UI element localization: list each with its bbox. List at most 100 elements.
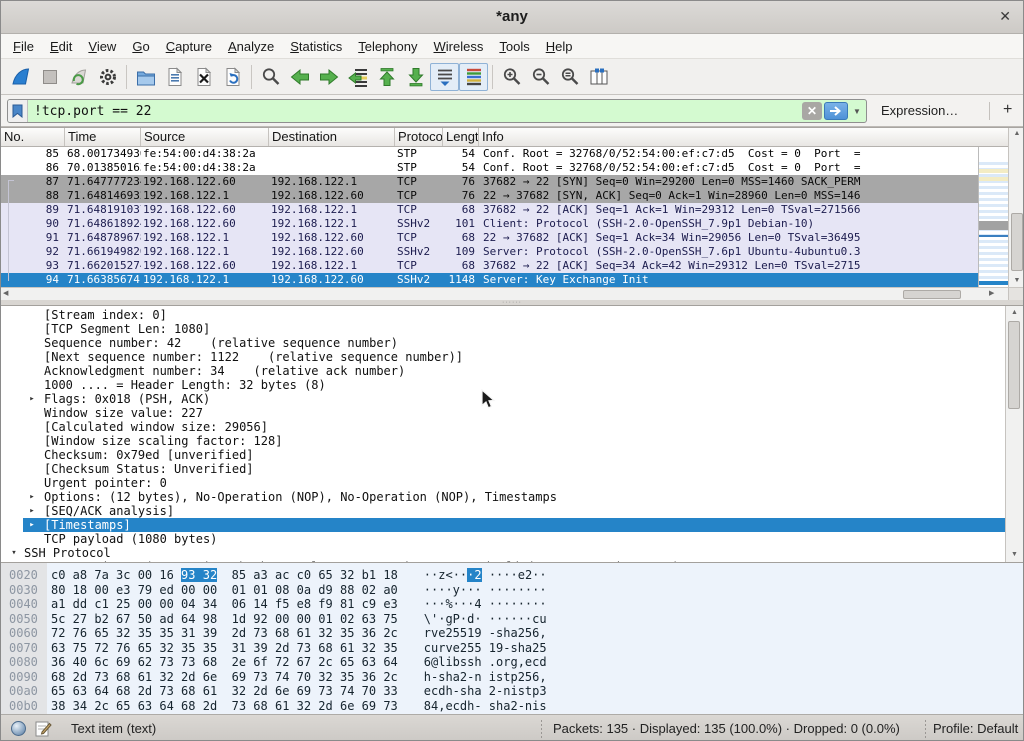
hex-row-0030[interactable]: 003080 18 00 e3 79 ed 00 00 01 01 08 0a … xyxy=(1,583,1023,598)
packet-row-93[interactable]: 9371.662015274192.168.122.60192.168.122.… xyxy=(1,259,978,273)
scroll-down-arrow-icon[interactable]: ▼ xyxy=(1009,275,1024,287)
zoom-out-button[interactable] xyxy=(526,63,555,91)
filter-clear-button[interactable]: ✕ xyxy=(802,102,822,120)
column-header-info[interactable]: Info xyxy=(479,128,1023,146)
detail-line[interactable]: Checksum: 0x79ed [unverified] xyxy=(1,448,1007,462)
detail-line[interactable]: ▸[SEQ/ACK analysis] xyxy=(1,504,1007,518)
close-button[interactable]: ✕ xyxy=(999,8,1011,25)
menu-go[interactable]: Go xyxy=(124,36,157,57)
save-capture-file-button[interactable] xyxy=(160,63,189,91)
scroll-up-arrow-icon[interactable]: ▲ xyxy=(1006,307,1023,319)
filter-input[interactable] xyxy=(28,104,802,119)
scroll-down-arrow-icon[interactable]: ▼ xyxy=(1006,549,1023,561)
hex-row-0040[interactable]: 0040a1 dd c1 25 00 00 04 34 06 14 f5 e8 … xyxy=(1,597,1023,612)
find-packet-button[interactable] xyxy=(256,63,285,91)
go-to-last-packet-button[interactable] xyxy=(401,63,430,91)
scrollbar-thumb[interactable] xyxy=(903,290,961,299)
hex-row-0090[interactable]: 009068 2d 73 68 61 32 2d 6e 69 73 74 70 … xyxy=(1,670,1023,685)
detail-line[interactable]: Sequence number: 42 (relative sequence n… xyxy=(1,336,1007,350)
detail-line[interactable]: 1000 .... = Header Length: 32 bytes (8) xyxy=(1,378,1007,392)
detail-line[interactable]: Window size value: 227 xyxy=(1,406,1007,420)
capture-comment-icon[interactable] xyxy=(35,720,52,740)
hex-row-00a0[interactable]: 00a065 63 64 68 2d 73 68 61 32 2d 6e 69 … xyxy=(1,684,1023,699)
capture-options-button[interactable] xyxy=(93,63,122,91)
filter-apply-button[interactable] xyxy=(824,102,848,120)
menu-analyze[interactable]: Analyze xyxy=(220,36,282,57)
close-capture-file-button[interactable] xyxy=(189,63,218,91)
reload-capture-file-button[interactable] xyxy=(218,63,247,91)
menu-file[interactable]: File xyxy=(5,36,42,57)
menu-telephony[interactable]: Telephony xyxy=(350,36,425,57)
intelligent-scrollbar-minimap[interactable] xyxy=(978,147,1008,287)
status-profile[interactable]: Profile: Default xyxy=(933,721,1018,736)
packet-row-87[interactable]: 8771.647777234192.168.122.60192.168.122.… xyxy=(1,175,978,189)
go-to-packet-button[interactable] xyxy=(343,63,372,91)
scroll-up-arrow-icon[interactable]: ▲ xyxy=(1009,128,1024,140)
expression-button[interactable]: Expression… xyxy=(881,103,958,118)
detail-line[interactable]: ▸Flags: 0x018 (PSH, ACK) xyxy=(1,392,1007,406)
detail-line[interactable]: Acknowledgment number: 34 (relative ack … xyxy=(1,364,1007,378)
hex-row-0050[interactable]: 00505c 27 b2 67 50 ad 64 98 1d 92 00 00 … xyxy=(1,612,1023,627)
scroll-right-arrow-icon[interactable]: ▶ xyxy=(989,289,994,297)
packet-row-92[interactable]: 9271.661949820192.168.122.1192.168.122.6… xyxy=(1,245,978,259)
stop-capture-button[interactable] xyxy=(35,63,64,91)
start-capture-button[interactable] xyxy=(6,63,35,91)
scroll-left-arrow-icon[interactable]: ◀ xyxy=(3,289,8,297)
detail-line[interactable]: TCP payload (1080 bytes) xyxy=(1,532,1007,546)
menu-help[interactable]: Help xyxy=(538,36,581,57)
detail-line[interactable]: [Checksum Status: Unverified] xyxy=(1,462,1007,476)
detail-line[interactable]: ▸[Timestamps] xyxy=(1,518,1007,532)
detail-line[interactable]: [Window size scaling factor: 128] xyxy=(1,434,1007,448)
packet-row-88[interactable]: 8871.648146932192.168.122.1192.168.122.6… xyxy=(1,189,978,203)
packet-row-94[interactable]: 9471.663856741192.168.122.1192.168.122.6… xyxy=(1,273,978,287)
display-filter-field[interactable]: ✕ ▼ xyxy=(7,99,867,123)
hex-row-00b0[interactable]: 00b038 34 2c 65 63 64 68 2d 73 68 61 32 … xyxy=(1,699,1023,714)
go-to-first-packet-button[interactable] xyxy=(372,63,401,91)
detail-line[interactable]: Urgent pointer: 0 xyxy=(1,476,1007,490)
menu-capture[interactable]: Capture xyxy=(158,36,220,57)
menu-edit[interactable]: Edit xyxy=(42,36,80,57)
zoom-in-button[interactable] xyxy=(497,63,526,91)
detail-vscrollbar[interactable]: ▲ ▼ xyxy=(1005,306,1023,562)
colorize-toggle-button[interactable] xyxy=(459,63,488,91)
column-header-destination[interactable]: Destination xyxy=(269,128,395,146)
detail-line[interactable]: [Next sequence number: 1122 (relative se… xyxy=(1,350,1007,364)
go-forward-button[interactable] xyxy=(314,63,343,91)
zoom-original-button[interactable] xyxy=(555,63,584,91)
scrollbar-thumb[interactable] xyxy=(1008,321,1020,409)
scrollbar-thumb[interactable] xyxy=(1011,213,1023,271)
restart-capture-button[interactable] xyxy=(64,63,93,91)
hex-row-0070[interactable]: 007063 75 72 76 65 32 35 35 31 39 2d 73 … xyxy=(1,641,1023,656)
hex-row-0020[interactable]: 0020c0 a8 7a 3c 00 16 93 32 85 a3 ac c0 … xyxy=(1,568,1023,583)
detail-line[interactable]: [Stream index: 0] xyxy=(1,308,1007,322)
filter-dropdown-caret[interactable]: ▼ xyxy=(850,107,864,116)
menu-tools[interactable]: Tools xyxy=(491,36,537,57)
packet-row-89[interactable]: 8971.648191037192.168.122.60192.168.122.… xyxy=(1,203,978,217)
packet-row-91[interactable]: 9171.648789678192.168.122.1192.168.122.6… xyxy=(1,231,978,245)
menu-view[interactable]: View xyxy=(80,36,124,57)
open-capture-file-button[interactable] xyxy=(131,63,160,91)
column-header-protocol[interactable]: Protocol xyxy=(395,128,443,146)
column-header-length[interactable]: Length xyxy=(443,128,479,146)
detail-line[interactable]: [TCP Segment Len: 1080] xyxy=(1,322,1007,336)
packet-row-90[interactable]: 9071.648618924192.168.122.60192.168.122.… xyxy=(1,217,978,231)
filter-bookmark-icon[interactable] xyxy=(8,100,28,122)
detail-line[interactable]: ▾SSH Protocol xyxy=(1,546,1007,560)
resize-columns-button[interactable] xyxy=(584,63,613,91)
column-header-time[interactable]: Time xyxy=(65,128,141,146)
detail-line[interactable]: [Calculated window size: 29056] xyxy=(1,420,1007,434)
expert-info-icon[interactable] xyxy=(11,721,26,736)
packet-row-86[interactable]: 8670.013850163fe:54:00:d4:38:2aSTP54Conf… xyxy=(1,161,978,175)
hex-row-0080[interactable]: 008036 40 6c 69 62 73 73 68 2e 6f 72 67 … xyxy=(1,655,1023,670)
menu-wireless[interactable]: Wireless xyxy=(426,36,492,57)
go-back-button[interactable] xyxy=(285,63,314,91)
detail-line[interactable]: ▸Options: (12 bytes), No-Operation (NOP)… xyxy=(1,490,1007,504)
column-header-source[interactable]: Source xyxy=(141,128,269,146)
add-filter-button[interactable]: + xyxy=(1003,101,1012,119)
packet-row-85[interactable]: 8568.001734936fe:54:00:d4:38:2aSTP54Conf… xyxy=(1,147,978,161)
hex-row-0060[interactable]: 006072 76 65 32 35 35 31 39 2d 73 68 61 … xyxy=(1,626,1023,641)
menu-statistics[interactable]: Statistics xyxy=(282,36,350,57)
column-header-no[interactable]: No. xyxy=(1,128,65,146)
packet-list-vscrollbar[interactable]: ▲ ▼ xyxy=(1008,128,1024,287)
auto-scroll-toggle-button[interactable] xyxy=(430,63,459,91)
